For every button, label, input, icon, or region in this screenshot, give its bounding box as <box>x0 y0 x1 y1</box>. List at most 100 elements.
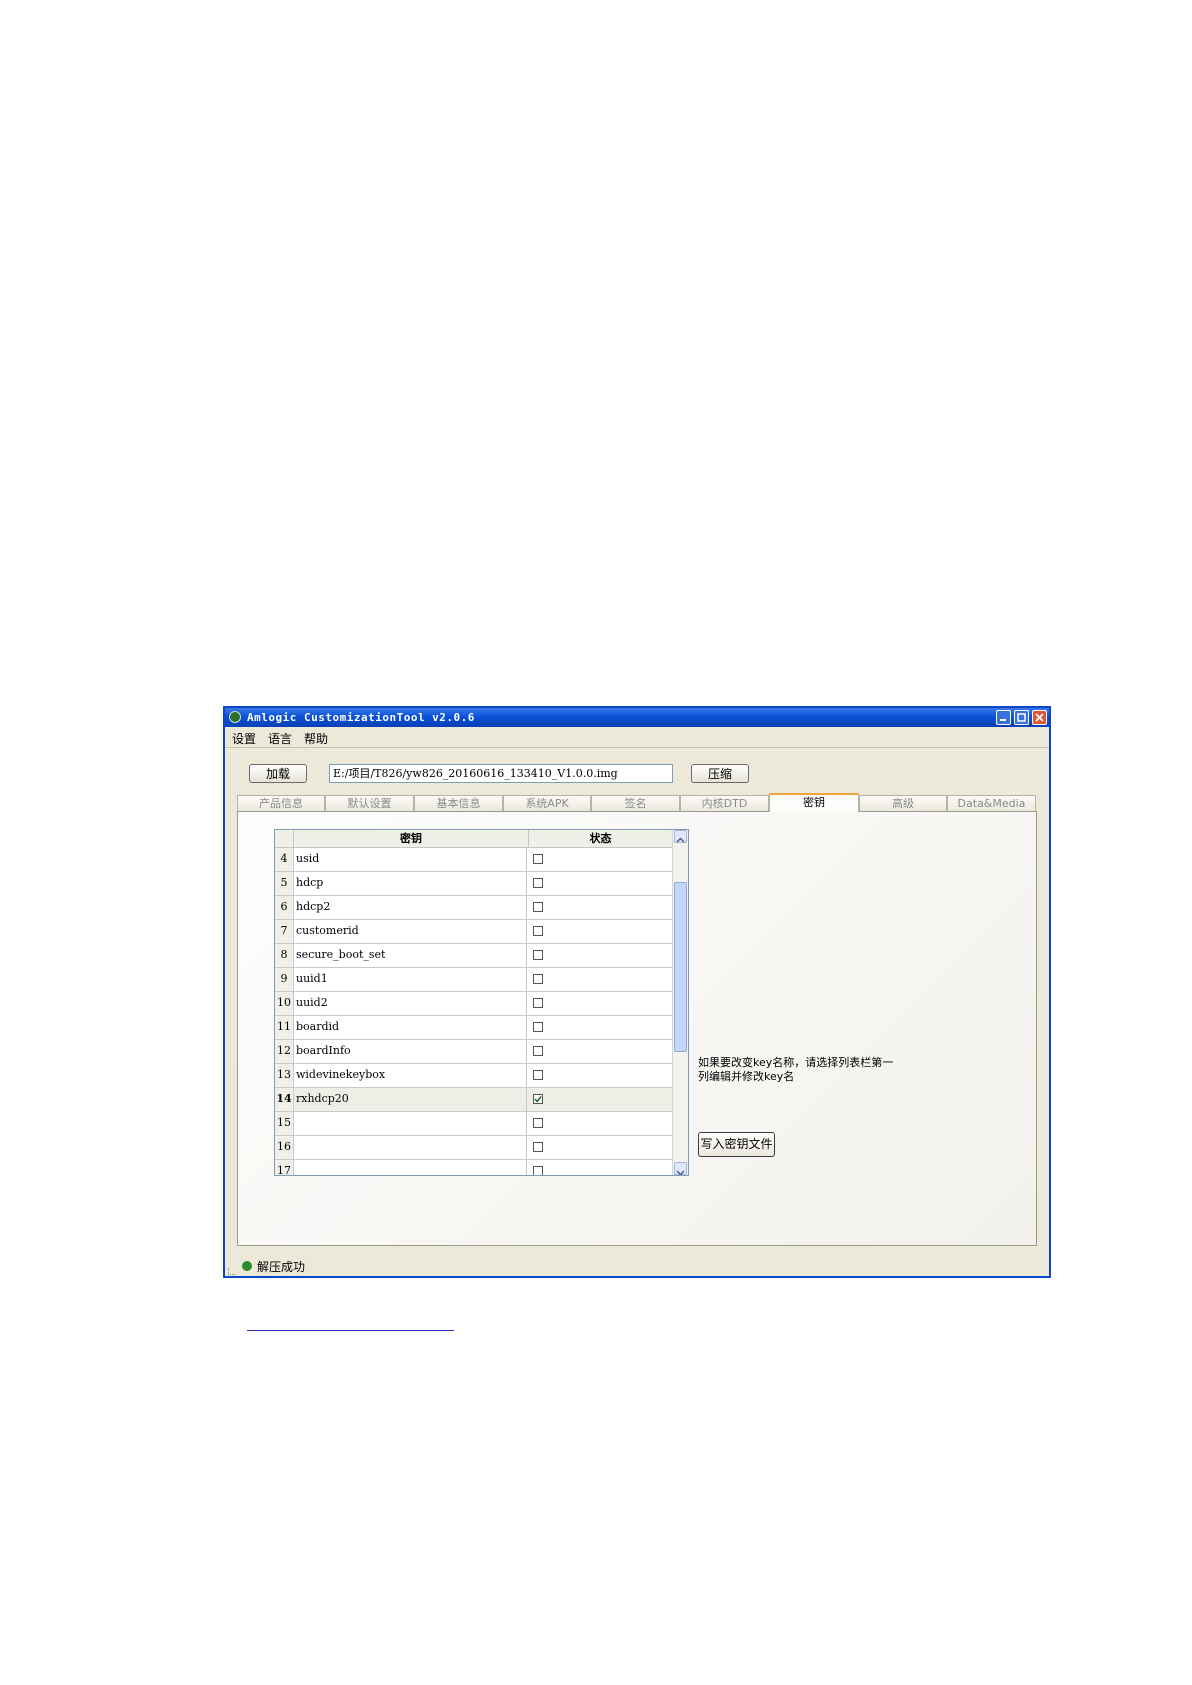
hyperlink-underline[interactable] <box>247 1330 454 1331</box>
write-key-file-button[interactable]: 写入密钥文件 <box>698 1132 775 1157</box>
status-bar: 解压成功 <box>225 1256 1049 1276</box>
tab-kernel-dtd[interactable]: 内核DTD <box>680 795 769 811</box>
key-name-cell[interactable]: rxhdcp20 <box>296 1088 527 1111</box>
row-number: 4 <box>275 848 294 871</box>
image-path-input[interactable]: E:/项目/T826/yw826_20160616_133410_V1.0.0.… <box>329 764 673 783</box>
status-checkbox[interactable] <box>533 974 543 984</box>
status-checkbox[interactable] <box>533 998 543 1008</box>
status-checkbox[interactable] <box>533 926 543 936</box>
row-number: 5 <box>275 872 294 895</box>
menu-language[interactable]: 语言 <box>268 730 292 747</box>
minimize-icon <box>1000 719 1006 721</box>
table-row[interactable]: 13 widevinekeybox <box>275 1064 673 1088</box>
key-name-cell[interactable]: boardid <box>296 1016 527 1039</box>
key-name-cell[interactable]: uuid1 <box>296 968 527 991</box>
key-name-cell[interactable]: usid <box>296 848 527 871</box>
maximize-button[interactable] <box>1014 710 1029 725</box>
table-scrollbar[interactable] <box>672 830 688 1175</box>
scroll-thumb[interactable] <box>674 882 687 1052</box>
menu-bar: 设置 语言 帮助 <box>225 727 1049 748</box>
chevron-up-icon <box>676 837 685 843</box>
menu-help[interactable]: 帮助 <box>304 730 328 747</box>
table-row[interactable]: 4 usid <box>275 848 673 872</box>
key-name-cell[interactable]: hdcp2 <box>296 896 527 919</box>
tab-data-media[interactable]: Data&Media <box>947 795 1036 811</box>
key-name-cell[interactable]: secure_boot_set <box>296 944 527 967</box>
minimize-button[interactable] <box>996 710 1011 725</box>
tab-default-settings[interactable]: 默认设置 <box>325 795 414 811</box>
key-name-cell[interactable]: hdcp <box>296 872 527 895</box>
title-bar[interactable]: Amlogic CustomizationTool v2.0.6 <box>225 708 1049 727</box>
key-name-cell[interactable] <box>296 1160 527 1175</box>
load-button[interactable]: 加载 <box>249 764 307 783</box>
key-name-cell[interactable]: customerid <box>296 920 527 943</box>
app-icon <box>229 711 241 723</box>
row-number: 16 <box>275 1136 294 1159</box>
status-checkbox[interactable] <box>533 1118 543 1128</box>
tab-advanced[interactable]: 高级 <box>859 795 947 811</box>
table-row[interactable]: 8 secure_boot_set <box>275 944 673 968</box>
tab-basic-info[interactable]: 基本信息 <box>414 795 503 811</box>
maximize-icon <box>1017 713 1026 722</box>
tab-product-info[interactable]: 产品信息 <box>237 795 325 811</box>
tab-signature[interactable]: 签名 <box>591 795 680 811</box>
status-checkbox[interactable] <box>533 902 543 912</box>
key-name-cell[interactable] <box>296 1112 527 1135</box>
rename-hint: 如果要改变key名称，请选择列表栏第一 列编辑并修改key名 <box>698 1056 918 1084</box>
status-checkbox[interactable] <box>533 1142 543 1152</box>
table-row[interactable]: 14 rxhdcp20 <box>275 1088 673 1112</box>
tab-keys[interactable]: 密钥 <box>769 793 859 812</box>
status-checkbox[interactable] <box>533 878 543 888</box>
table-row[interactable]: 11 boardid <box>275 1016 673 1040</box>
key-table[interactable]: 密钥 状态 4 usid 5 hdcp 6 hdcp2 7 customerid 8 secure… <box>274 829 689 1176</box>
column-header-key[interactable]: 密钥 <box>293 830 529 847</box>
row-number: 11 <box>275 1016 294 1039</box>
key-name-cell[interactable]: widevinekeybox <box>296 1064 527 1087</box>
status-checkbox[interactable] <box>533 1046 543 1056</box>
column-header-status[interactable]: 状态 <box>528 830 673 847</box>
hint-line-2: 列编辑并修改key名 <box>698 1070 795 1083</box>
row-number: 6 <box>275 896 294 919</box>
row-number: 17 <box>275 1160 294 1175</box>
key-name-cell[interactable]: boardInfo <box>296 1040 527 1063</box>
status-checkbox[interactable] <box>533 950 543 960</box>
status-checkbox[interactable] <box>533 1166 543 1175</box>
table-row[interactable]: 17 <box>275 1160 673 1175</box>
compress-button[interactable]: 压缩 <box>691 764 749 783</box>
status-ok-icon <box>242 1261 252 1271</box>
menu-settings[interactable]: 设置 <box>232 730 256 747</box>
close-icon <box>1035 713 1044 722</box>
table-row[interactable]: 12 boardInfo <box>275 1040 673 1064</box>
window-title: Amlogic CustomizationTool v2.0.6 <box>247 711 475 724</box>
table-row[interactable]: 15 <box>275 1112 673 1136</box>
status-checkbox[interactable] <box>533 1094 543 1104</box>
scroll-down-button[interactable] <box>674 1162 687 1175</box>
row-number: 12 <box>275 1040 294 1063</box>
table-row[interactable]: 10 uuid2 <box>275 992 673 1016</box>
table-body: 4 usid 5 hdcp 6 hdcp2 7 customerid 8 secure_boot_… <box>275 848 673 1175</box>
row-number: 10 <box>275 992 294 1015</box>
key-name-cell[interactable]: uuid2 <box>296 992 527 1015</box>
resize-grip-icon[interactable] <box>228 1268 235 1275</box>
table-row[interactable]: 7 customerid <box>275 920 673 944</box>
row-number: 14 <box>275 1088 294 1111</box>
status-checkbox[interactable] <box>533 1022 543 1032</box>
table-row[interactable]: 16 <box>275 1136 673 1160</box>
tab-system-apk[interactable]: 系统APK <box>503 795 591 811</box>
row-number: 9 <box>275 968 294 991</box>
table-header: 密钥 状态 <box>275 830 673 848</box>
scroll-up-button[interactable] <box>674 830 687 843</box>
status-checkbox[interactable] <box>533 854 543 864</box>
hint-line-1: 如果要改变key名称，请选择列表栏第一 <box>698 1056 894 1069</box>
check-icon <box>534 1096 542 1103</box>
row-number: 13 <box>275 1064 294 1087</box>
row-number: 15 <box>275 1112 294 1135</box>
close-button[interactable] <box>1032 710 1047 725</box>
table-row[interactable]: 5 hdcp <box>275 872 673 896</box>
table-row[interactable]: 9 uuid1 <box>275 968 673 992</box>
key-name-cell[interactable] <box>296 1136 527 1159</box>
status-checkbox[interactable] <box>533 1070 543 1080</box>
status-text: 解压成功 <box>257 1260 306 1274</box>
app-window: Amlogic CustomizationTool v2.0.6 设置 语言 帮… <box>223 706 1051 1278</box>
table-row[interactable]: 6 hdcp2 <box>275 896 673 920</box>
